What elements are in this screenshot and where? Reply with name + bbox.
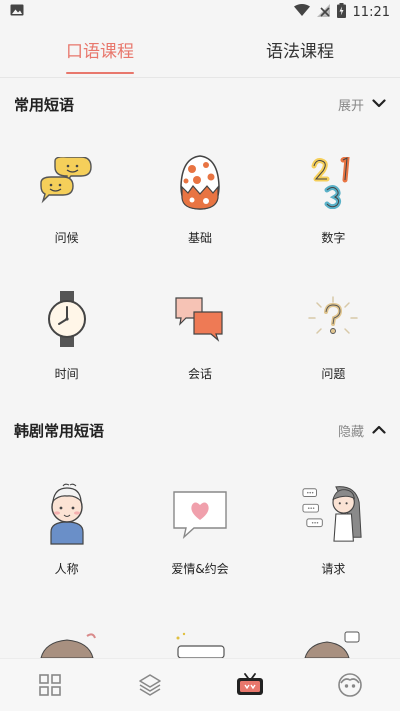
cracked-egg-icon [168, 151, 232, 215]
bottom-navigation [0, 658, 400, 711]
category-conversation[interactable]: 会话 [133, 266, 266, 402]
numbers-icon [301, 151, 365, 215]
category-basics[interactable]: 基础 [133, 130, 266, 266]
character-illustration-peek [0, 630, 133, 658]
status-bar: 11:21 [0, 0, 400, 24]
heart-bubble-icon [168, 482, 232, 546]
section-title: 韩剧常用短语 [14, 421, 105, 440]
category-label: 会话 [187, 366, 212, 381]
expand-label: 展开 [337, 98, 364, 114]
boy-character-icon [35, 482, 99, 546]
nav-profile-icon[interactable] [300, 672, 400, 698]
category-label: 时间 [54, 366, 79, 381]
girl-chatting-icon [301, 482, 365, 546]
course-tabs: 口语课程 语法课程 [0, 24, 400, 74]
nav-tv-icon[interactable] [200, 673, 300, 697]
category-love-dating[interactable]: 爱情&约会 [133, 456, 266, 602]
kdrama-phrases-grid: 人称 爱情&约会 请求 [0, 456, 400, 602]
expand-toggle[interactable]: 展开 [338, 95, 386, 114]
section-common-phrases-header: 常用短语 展开 [0, 78, 400, 130]
chat-squares-icon [168, 287, 232, 351]
hide-toggle[interactable]: 隐藏 [338, 421, 386, 440]
category-label: 爱情&约会 [171, 561, 229, 576]
section-kdrama-phrases-header: 韩剧常用短语 隐藏 [0, 404, 400, 456]
status-time: 11:21 [352, 4, 390, 20]
category-greeting[interactable]: 问候 [0, 130, 133, 266]
tab-spoken-course[interactable]: 口语课程 [0, 24, 200, 74]
signal-icon [316, 3, 330, 21]
section-title: 常用短语 [14, 95, 75, 114]
question-mark-icon [301, 287, 365, 351]
common-phrases-grid: 问候 基础 数字 时间 会话 问题 [0, 130, 400, 402]
next-row-peek [0, 630, 400, 658]
category-questions[interactable]: 问题 [267, 266, 400, 402]
nav-grid-icon[interactable] [0, 674, 100, 696]
nav-layers-icon[interactable] [100, 673, 200, 697]
category-pronouns[interactable]: 人称 [0, 456, 133, 602]
coffee-illustration-peek [267, 630, 400, 658]
tab-grammar-course[interactable]: 语法课程 [200, 24, 400, 74]
chevron-down-icon [372, 97, 386, 112]
chevron-up-icon [372, 423, 386, 438]
category-label: 请求 [321, 561, 346, 576]
category-label: 人称 [54, 561, 79, 576]
wifi-icon [293, 3, 310, 21]
speech-bubbles-icon [35, 151, 99, 215]
sign-illustration-peek [133, 630, 266, 658]
category-label: 数字 [321, 230, 346, 245]
wristwatch-icon [35, 287, 99, 351]
gallery-notification-icon [10, 4, 24, 20]
category-label: 问候 [54, 230, 79, 245]
category-time[interactable]: 时间 [0, 266, 133, 402]
category-label: 问题 [321, 366, 346, 381]
battery-charging-icon [336, 2, 346, 22]
category-numbers[interactable]: 数字 [267, 130, 400, 266]
category-label: 基础 [187, 230, 212, 245]
hide-label: 隐藏 [337, 424, 364, 440]
category-requests[interactable]: 请求 [267, 456, 400, 602]
